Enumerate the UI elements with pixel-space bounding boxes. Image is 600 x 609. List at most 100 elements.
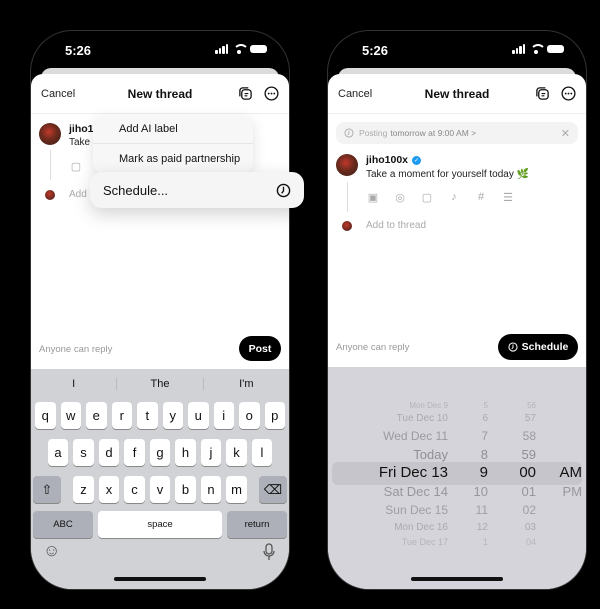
picker-hour: 1 <box>482 537 488 547</box>
picker-minute: 58 <box>522 429 536 443</box>
reply-setting[interactable]: Anyone can reply <box>39 344 112 355</box>
key-o[interactable]: o <box>239 402 260 429</box>
emoji-icon[interactable]: ☺ <box>43 541 60 561</box>
navbar: Cancel New thread <box>31 74 289 114</box>
suggestion[interactable]: The <box>116 378 204 390</box>
avatar <box>336 154 358 176</box>
gallery-icon[interactable]: ▣ <box>366 190 380 204</box>
key-a[interactable]: a <box>47 439 69 466</box>
picker-row[interactable]: Wed Dec 11 7 58 <box>328 429 586 443</box>
signal-icon <box>215 44 228 54</box>
backspace-key[interactable]: ⌫ <box>259 476 287 503</box>
key-i[interactable]: i <box>213 402 234 429</box>
key-z[interactable]: z <box>73 476 94 503</box>
key-y[interactable]: y <box>162 402 183 429</box>
drafts-icon[interactable] <box>238 86 253 101</box>
more-icon[interactable] <box>561 86 576 101</box>
return-key[interactable]: return <box>227 511 287 538</box>
status-bar: 5:26 <box>31 41 289 61</box>
picker-hour: 9 <box>479 464 488 481</box>
key-g[interactable]: g <box>149 439 171 466</box>
key-p[interactable]: p <box>264 402 285 429</box>
avatar <box>39 123 61 145</box>
post-button[interactable]: Post <box>239 336 281 361</box>
shift-key[interactable]: ⇧ <box>33 476 61 503</box>
key-n[interactable]: n <box>200 476 222 503</box>
key-j[interactable]: j <box>200 439 222 466</box>
more-icon[interactable] <box>264 86 279 101</box>
picker-period <box>536 503 582 517</box>
close-icon[interactable]: ✕ <box>561 127 570 140</box>
hashtag-icon[interactable]: # <box>474 190 488 204</box>
key-t[interactable]: t <box>137 402 158 429</box>
microphone-icon[interactable]: ♪ <box>447 190 461 204</box>
picker-row[interactable]: Sat Dec 14 10 01 PM <box>328 484 586 499</box>
picker-date: Wed Dec 11 <box>383 429 448 443</box>
picker-row[interactable]: Fri Dec 13 9 00 AM <box>328 464 586 481</box>
space-key[interactable]: space <box>98 511 222 538</box>
suggestion[interactable]: I'm <box>204 378 289 390</box>
key-d[interactable]: d <box>98 439 120 466</box>
picker-row[interactable]: Mon Dec 9 5 56 <box>328 401 586 410</box>
picker-date: Sun Dec 15 <box>385 503 448 517</box>
picker-minute: 04 <box>525 537 536 547</box>
key-e[interactable]: e <box>86 402 107 429</box>
avatar-small <box>45 190 55 200</box>
schedule-banner[interactable]: Posting tomorrow at 9:00 AM > ✕ <box>336 122 578 144</box>
drafts-icon[interactable] <box>535 86 550 101</box>
key-f[interactable]: f <box>124 439 145 466</box>
menu-item-paid-partnership[interactable]: Mark as paid partnership <box>93 144 253 173</box>
picker-row[interactable]: Today 8 59 <box>328 447 586 462</box>
status-bar: 5:26 <box>328 41 586 61</box>
key-v[interactable]: v <box>149 476 171 503</box>
key-u[interactable]: u <box>188 402 209 429</box>
picker-minute: 56 <box>527 401 536 410</box>
add-to-thread[interactable]: Add to thread <box>366 220 426 231</box>
key-b[interactable]: b <box>175 476 196 503</box>
menu-item-schedule[interactable]: Schedule... <box>90 172 304 208</box>
schedule-label: Schedule... <box>103 182 169 198</box>
key-l[interactable]: l <box>251 439 273 466</box>
date-time-picker[interactable]: Mon Dec 9 5 56 Tue Dec 10 6 57 Wed Dec 11 7 58 To… <box>328 367 586 589</box>
schedule-button[interactable]: Schedule <box>498 334 578 360</box>
picker-period <box>536 401 582 410</box>
key-k[interactable]: k <box>226 439 247 466</box>
picker-row[interactable]: Sun Dec 15 11 02 <box>328 503 586 517</box>
picker-date: Sat Dec 14 <box>383 484 448 499</box>
suggestion[interactable]: I <box>31 378 116 390</box>
add-to-thread[interactable]: Add <box>69 189 87 200</box>
picker-row[interactable]: Tue Dec 17 1 04 <box>328 537 586 547</box>
key-m[interactable]: m <box>226 476 247 503</box>
microphone-icon[interactable] <box>263 543 275 561</box>
thread-line <box>50 150 51 180</box>
navbar: Cancel New thread <box>328 74 586 114</box>
key-w[interactable]: w <box>60 402 81 429</box>
abc-key[interactable]: ABC <box>33 511 93 538</box>
gif-icon[interactable]: ▢ <box>420 190 434 204</box>
picker-date: Tue Dec 17 <box>401 537 448 547</box>
key-r[interactable]: r <box>111 402 132 429</box>
clock: 5:26 <box>362 43 389 58</box>
home-indicator <box>114 577 206 581</box>
picker-row[interactable]: Mon Dec 16 12 03 <box>328 522 586 533</box>
poll-icon[interactable]: ☰ <box>501 190 515 204</box>
picker-row[interactable]: Tue Dec 10 6 57 <box>328 413 586 424</box>
more-menu: Add AI label Mark as paid partnership <box>93 115 253 173</box>
key-q[interactable]: q <box>35 402 56 429</box>
picker-minute: 02 <box>522 503 536 517</box>
post-text[interactable]: Take a moment for yourself today 🌿 <box>366 169 529 180</box>
key-x[interactable]: x <box>98 476 120 503</box>
reply-setting[interactable]: Anyone can reply <box>336 342 409 353</box>
verified-icon: ✓ <box>412 155 422 165</box>
gallery-icon[interactable]: ▢ <box>69 159 83 173</box>
picker-period <box>536 537 582 547</box>
camera-icon[interactable]: ◎ <box>393 190 407 204</box>
key-c[interactable]: c <box>124 476 145 503</box>
key-h[interactable]: h <box>175 439 196 466</box>
picker-hour: 5 <box>483 401 488 410</box>
picker-hour: 10 <box>473 484 488 499</box>
menu-item-ai-label[interactable]: Add AI label <box>93 115 253 144</box>
username: jiho100x <box>366 154 409 166</box>
key-s[interactable]: s <box>73 439 94 466</box>
wifi-icon <box>530 44 546 54</box>
